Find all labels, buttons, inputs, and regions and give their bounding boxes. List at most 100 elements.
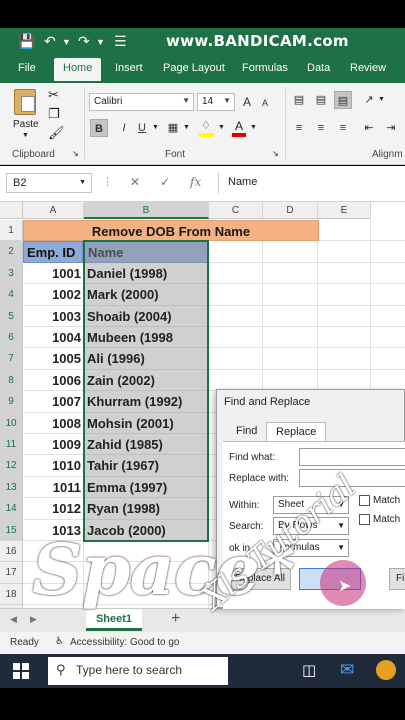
scroll-right-icon[interactable]: ▶ bbox=[30, 614, 37, 625]
fill-dropdown-icon[interactable]: ▼ bbox=[218, 124, 225, 131]
row-header-5[interactable]: 5 bbox=[0, 305, 23, 327]
align-center-icon[interactable]: ≡ bbox=[312, 119, 330, 137]
row-header-12[interactable]: 12 bbox=[0, 455, 23, 477]
copy-icon[interactable]: ❐ bbox=[48, 106, 60, 122]
grow-font-button[interactable]: A bbox=[238, 93, 256, 111]
font-name-combo[interactable]: Calibri ▼ bbox=[89, 93, 194, 111]
borders-icon[interactable]: ▦ bbox=[164, 119, 182, 137]
row-header-15[interactable]: 15 bbox=[0, 519, 23, 541]
name-box[interactable]: B2 ▼ bbox=[6, 173, 92, 193]
paste-dropdown-icon[interactable]: ▼ bbox=[22, 132, 29, 139]
row-header-11[interactable]: 11 bbox=[0, 434, 23, 456]
add-sheet-icon[interactable]: + bbox=[171, 610, 180, 628]
row-header-16[interactable]: 16 bbox=[0, 541, 23, 563]
cell-name[interactable]: Zahid (1985) bbox=[87, 434, 207, 455]
tab-page-layout[interactable]: Page Layout bbox=[163, 62, 225, 74]
cell-name[interactable]: Ryan (1998) bbox=[87, 498, 207, 519]
formula-input[interactable]: Name bbox=[218, 173, 405, 193]
header-emp-id[interactable]: Emp. ID bbox=[23, 241, 83, 263]
cell-name[interactable]: Khurram (1992) bbox=[87, 391, 207, 412]
find-all-button[interactable]: Fi bbox=[389, 568, 405, 590]
column-header-a[interactable]: A bbox=[23, 202, 84, 219]
row-header-3[interactable]: 3 bbox=[0, 262, 23, 285]
redo-dropdown-icon[interactable]: ▼ bbox=[96, 37, 105, 47]
browser-icon[interactable] bbox=[376, 660, 396, 680]
align-left-icon[interactable]: ≡ bbox=[290, 119, 308, 137]
cell-name[interactable]: Daniel (1998) bbox=[87, 263, 207, 284]
paste-icon[interactable] bbox=[14, 89, 36, 115]
bold-button[interactable]: B bbox=[90, 119, 108, 137]
cell-emp-id[interactable]: 1006 bbox=[23, 370, 81, 391]
mail-icon[interactable]: ✉ bbox=[340, 660, 354, 680]
tab-insert[interactable]: Insert bbox=[115, 62, 143, 74]
font-launcher-icon[interactable]: ↘ bbox=[272, 149, 279, 158]
format-painter-icon[interactable]: 🖌 bbox=[48, 125, 65, 141]
accessibility-status[interactable]: Accessibility: Good to go bbox=[70, 637, 180, 648]
cell-emp-id[interactable]: 1007 bbox=[23, 391, 81, 412]
cell-name[interactable]: Tahir (1967) bbox=[87, 455, 207, 476]
row-header-2[interactable]: 2 bbox=[0, 241, 23, 263]
column-header-c[interactable]: C bbox=[209, 202, 263, 219]
find-what-input[interactable] bbox=[299, 448, 405, 466]
scroll-left-icon[interactable]: ◀ bbox=[10, 614, 17, 625]
column-header-e[interactable]: E bbox=[318, 202, 371, 219]
cell-emp-id[interactable]: 1010 bbox=[23, 455, 81, 476]
increase-indent-icon[interactable]: ⇥ bbox=[382, 119, 400, 137]
column-header-b[interactable]: B bbox=[84, 202, 209, 219]
cell-emp-id[interactable]: 1003 bbox=[23, 306, 81, 327]
row-header-4[interactable]: 4 bbox=[0, 284, 23, 306]
underline-dropdown-icon[interactable]: ▼ bbox=[152, 124, 159, 131]
row-header-14[interactable]: 14 bbox=[0, 498, 23, 520]
tab-review[interactable]: Review bbox=[350, 62, 386, 74]
underline-button[interactable]: U bbox=[133, 119, 151, 137]
cell-name[interactable]: Shoaib (2004) bbox=[87, 306, 207, 327]
cell-name[interactable]: Mark (2000) bbox=[87, 284, 207, 305]
align-right-icon[interactable]: ≡ bbox=[334, 119, 352, 137]
tab-find[interactable]: Find bbox=[227, 422, 266, 442]
row-header-8[interactable]: 8 bbox=[0, 369, 23, 392]
row-header-7[interactable]: 7 bbox=[0, 348, 23, 370]
cell-emp-id[interactable]: 1002 bbox=[23, 284, 81, 305]
orientation-icon[interactable]: ↗ bbox=[360, 91, 378, 109]
cut-icon[interactable]: ✂ bbox=[48, 87, 59, 103]
cell-name[interactable]: Emma (1997) bbox=[87, 477, 207, 498]
save-icon[interactable]: 💾 bbox=[18, 33, 35, 50]
redo-icon[interactable]: ↷ bbox=[78, 33, 90, 50]
cell-emp-id[interactable]: 1008 bbox=[23, 413, 81, 434]
sheet-tab-sheet1[interactable]: Sheet1 bbox=[86, 609, 142, 631]
accessibility-icon[interactable]: ♿ bbox=[55, 636, 64, 647]
decrease-indent-icon[interactable]: ⇤ bbox=[360, 119, 378, 137]
task-view-icon[interactable]: ◫ bbox=[302, 661, 316, 679]
borders-dropdown-icon[interactable]: ▼ bbox=[183, 124, 190, 131]
enter-icon[interactable]: ✓ bbox=[160, 175, 170, 189]
undo-icon[interactable]: ↶ bbox=[44, 33, 56, 50]
tab-replace[interactable]: Replace bbox=[266, 422, 327, 442]
match-entire-checkbox[interactable] bbox=[359, 514, 370, 525]
clipboard-launcher-icon[interactable]: ↘ bbox=[72, 149, 79, 158]
cell-emp-id[interactable]: 1009 bbox=[23, 434, 81, 455]
undo-dropdown-icon[interactable]: ▼ bbox=[62, 37, 71, 47]
tab-home[interactable]: Home bbox=[54, 58, 102, 81]
column-header-d[interactable]: D bbox=[263, 202, 318, 219]
cell-name[interactable]: Zain (2002) bbox=[87, 370, 207, 391]
tab-formulas[interactable]: Formulas bbox=[242, 62, 288, 74]
tab-data[interactable]: Data bbox=[307, 62, 330, 74]
font-color-button[interactable]: A bbox=[230, 119, 248, 137]
align-top-icon[interactable]: ▤ bbox=[290, 91, 308, 109]
cell-name[interactable]: Ali (1996) bbox=[87, 348, 207, 369]
cell-emp-id[interactable]: 1001 bbox=[23, 263, 81, 284]
align-middle-icon[interactable]: ▤ bbox=[312, 91, 330, 109]
cell-emp-id[interactable]: 1011 bbox=[23, 477, 81, 498]
cell-emp-id[interactable]: 1005 bbox=[23, 348, 81, 369]
quick-access-icon[interactable]: ☰ bbox=[114, 33, 127, 50]
insert-function-button[interactable]: fx bbox=[190, 175, 201, 189]
row-header-1[interactable]: 1 bbox=[0, 220, 23, 242]
tab-file[interactable]: File bbox=[18, 62, 36, 74]
font-color-dropdown-icon[interactable]: ▼ bbox=[250, 124, 257, 131]
windows-start-icon[interactable] bbox=[13, 663, 29, 679]
align-bottom-icon[interactable]: ▤ bbox=[334, 91, 352, 109]
cell-emp-id[interactable]: 1004 bbox=[23, 327, 81, 348]
fill-color-icon[interactable]: ♢ bbox=[198, 119, 216, 137]
cancel-icon[interactable]: ✕ bbox=[130, 175, 140, 189]
font-size-combo[interactable]: 14 ▼ bbox=[197, 93, 235, 111]
